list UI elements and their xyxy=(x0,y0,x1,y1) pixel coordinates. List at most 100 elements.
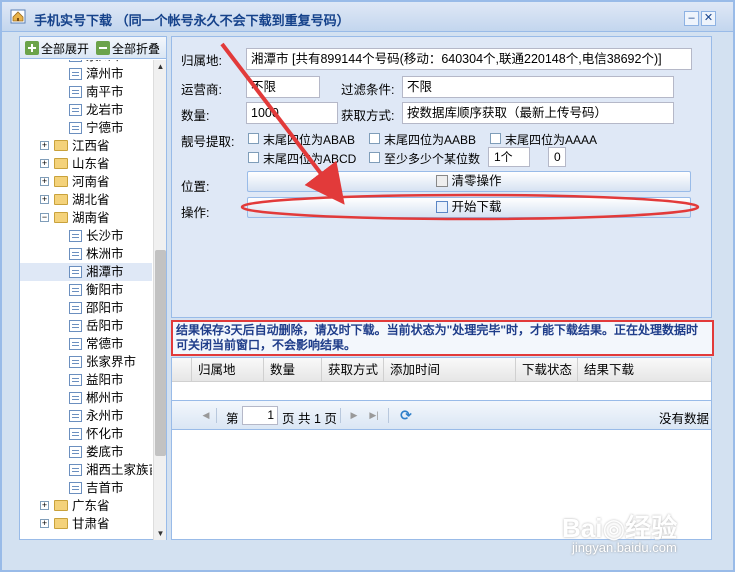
tree-city-item[interactable]: 南平市 xyxy=(20,83,152,101)
document-icon xyxy=(69,392,82,404)
document-icon xyxy=(69,338,82,350)
expand-toggle-icon[interactable]: + xyxy=(40,159,49,168)
tree-item-label: 甘肃省 xyxy=(72,517,110,531)
tree-item-label: 河南省 xyxy=(72,175,110,189)
tree-city-item[interactable]: 株洲市 xyxy=(20,245,152,263)
quantity-input[interactable]: 1000 xyxy=(246,102,338,124)
tree-item-label: 广东省 xyxy=(72,499,110,513)
tree-city-item[interactable]: 吉首市 xyxy=(20,479,152,497)
minimize-button[interactable]: – xyxy=(684,11,699,26)
tree-toolbar: 全部展开 全部折叠 xyxy=(20,37,166,59)
tree-item-label: 娄底市 xyxy=(86,445,124,459)
quantity-label: 数量: xyxy=(181,109,210,123)
clear-button[interactable]: 清零操作 xyxy=(247,171,691,192)
abab-checkbox[interactable] xyxy=(248,133,259,144)
tree-item-label: 张家界市 xyxy=(86,355,137,369)
tree-city-item[interactable]: 衡阳市 xyxy=(20,281,152,299)
tree-folder-item[interactable]: + 江西省 xyxy=(20,137,152,155)
start-download-button[interactable]: 开始下载 xyxy=(247,197,691,218)
last-page-icon[interactable]: ▶| xyxy=(368,409,380,421)
document-icon xyxy=(69,68,82,80)
collapse-all-button[interactable]: 全部折叠 xyxy=(96,40,160,56)
expand-toggle-icon[interactable]: + xyxy=(40,177,49,186)
carrier-label: 运营商: xyxy=(181,83,222,97)
tree-city-item[interactable]: 永州市 xyxy=(20,407,152,425)
tree-folder-item[interactable]: − 湖南省 xyxy=(20,209,152,227)
tree-city-item[interactable]: 岳阳市 xyxy=(20,317,152,335)
tree-city-item[interactable]: 张家界市 xyxy=(20,353,152,371)
page-input[interactable]: 1 xyxy=(242,406,278,425)
grid-header-quantity[interactable]: 数量 xyxy=(264,358,322,382)
digit-value-stepper[interactable]: 0 xyxy=(548,147,566,167)
tree-item-label: 邵阳市 xyxy=(86,301,124,315)
tree-folder-item[interactable]: + 广东省 xyxy=(20,497,152,515)
folder-icon xyxy=(54,176,68,187)
tree-city-item[interactable]: 常德市 xyxy=(20,335,152,353)
aaaa-label: 末尾四位为AAAA xyxy=(505,133,598,147)
region-field[interactable]: 湘潭市 [共有899144个号码(移动：640304个,联通220148个,电信… xyxy=(246,48,692,70)
region-label: 归属地: xyxy=(181,54,222,68)
grid-header-download-status[interactable]: 下载状态 xyxy=(516,358,578,382)
tree-item-label: 江西省 xyxy=(72,139,110,153)
carrier-select[interactable]: 不限 xyxy=(246,76,320,98)
aabb-checkbox[interactable] xyxy=(369,133,380,144)
close-button[interactable]: ✕ xyxy=(701,11,716,26)
tree-city-item[interactable]: 湘西土家族苗 xyxy=(20,461,152,479)
download-form: 归属地: 湘潭市 [共有899144个号码(移动：640304个,联通22014… xyxy=(171,36,712,318)
tree-scrollbar[interactable]: ▲ ▼ xyxy=(153,60,166,540)
aabb-label: 末尾四位为AABB xyxy=(384,133,477,147)
min-digits-checkbox[interactable] xyxy=(369,152,380,163)
expand-toggle-icon[interactable]: + xyxy=(40,501,49,510)
tree-city-item[interactable]: 怀化市 xyxy=(20,425,152,443)
digit-count-stepper[interactable]: 1个 xyxy=(488,147,530,167)
tree-city-item[interactable]: 邵阳市 xyxy=(20,299,152,317)
clear-button-label: 清零操作 xyxy=(451,174,502,188)
grid-header-method[interactable]: 获取方式 xyxy=(322,358,384,382)
document-icon xyxy=(69,60,82,62)
abcd-checkbox[interactable] xyxy=(248,152,259,163)
tree-city-item[interactable]: 宁德市 xyxy=(20,119,152,137)
expand-toggle-icon[interactable]: + xyxy=(40,195,49,204)
tree-item-label: 长沙市 xyxy=(86,229,124,243)
refresh-icon[interactable]: ⟳ xyxy=(398,407,414,423)
tree-city-item[interactable]: 长沙市 xyxy=(20,227,152,245)
tree-city-item[interactable]: 龙岩市 xyxy=(20,101,152,119)
download-icon xyxy=(436,201,449,213)
tree-item-label: 常德市 xyxy=(86,337,124,351)
first-page-icon[interactable]: ◀ xyxy=(200,409,212,421)
tree-city-item[interactable]: 湘潭市 xyxy=(20,263,152,281)
tree-city-item[interactable]: 郴州市 xyxy=(20,389,152,407)
tree-folder-item[interactable]: + 山东省 xyxy=(20,155,152,173)
aaaa-checkbox[interactable] xyxy=(490,133,501,144)
tree-item-label: 郴州市 xyxy=(86,391,124,405)
position-label: 位置: xyxy=(181,180,210,194)
empty-message: 没有数据 xyxy=(659,412,710,426)
scroll-up-arrow-icon[interactable]: ▲ xyxy=(154,60,167,73)
scroll-down-arrow-icon[interactable]: ▼ xyxy=(154,527,167,540)
document-icon xyxy=(69,302,82,314)
method-select[interactable]: 按数据库顺序获取（最新上传号码） xyxy=(402,102,674,124)
tree-city-item[interactable]: 益阳市 xyxy=(20,371,152,389)
window-titlebar: 手机实号下载 （同一个帐号永久不会下载到重复号码） – ✕ xyxy=(2,2,733,32)
baidu-watermark-url: jingyan.baidu.com xyxy=(572,540,677,555)
tree-city-item[interactable]: 漳州市 xyxy=(20,65,152,83)
expand-toggle-icon[interactable]: + xyxy=(40,519,49,528)
scroll-thumb[interactable] xyxy=(155,250,166,456)
collapse-toggle-icon[interactable]: − xyxy=(40,213,49,222)
notice-text: 结果保存3天后自动删除，请及时下载。当前状态为"处理完毕"时，才能下载结果。正在… xyxy=(171,320,714,356)
grid-pager: ◀ 第 1 页 共 1 页 ▶ ▶| ⟳ 没有数据 xyxy=(172,400,711,430)
tree-folder-item[interactable]: + 湖北省 xyxy=(20,191,152,209)
filter-select[interactable]: 不限 xyxy=(402,76,674,98)
grid-header-region[interactable]: 归属地 xyxy=(192,358,264,382)
tree-folder-item[interactable]: + 河南省 xyxy=(20,173,152,191)
next-page-icon[interactable]: ▶ xyxy=(348,409,360,421)
tree-item-label: 宁德市 xyxy=(86,121,124,135)
tree-item-label: 怀化市 xyxy=(86,427,124,441)
expand-toggle-icon[interactable]: + xyxy=(40,141,49,150)
expand-all-button[interactable]: 全部展开 xyxy=(25,40,89,56)
grid-header-added-time[interactable]: 添加时间 xyxy=(384,358,516,382)
tree-folder-item[interactable]: + 甘肃省 xyxy=(20,515,152,533)
region-tree-panel: 全部展开 全部折叠 泉州市漳州市南平市龙岩市宁德市+江西省+山东省+河南省+湖北… xyxy=(19,36,167,540)
grid-header-result-download[interactable]: 结果下载 xyxy=(578,358,711,382)
tree-city-item[interactable]: 娄底市 xyxy=(20,443,152,461)
